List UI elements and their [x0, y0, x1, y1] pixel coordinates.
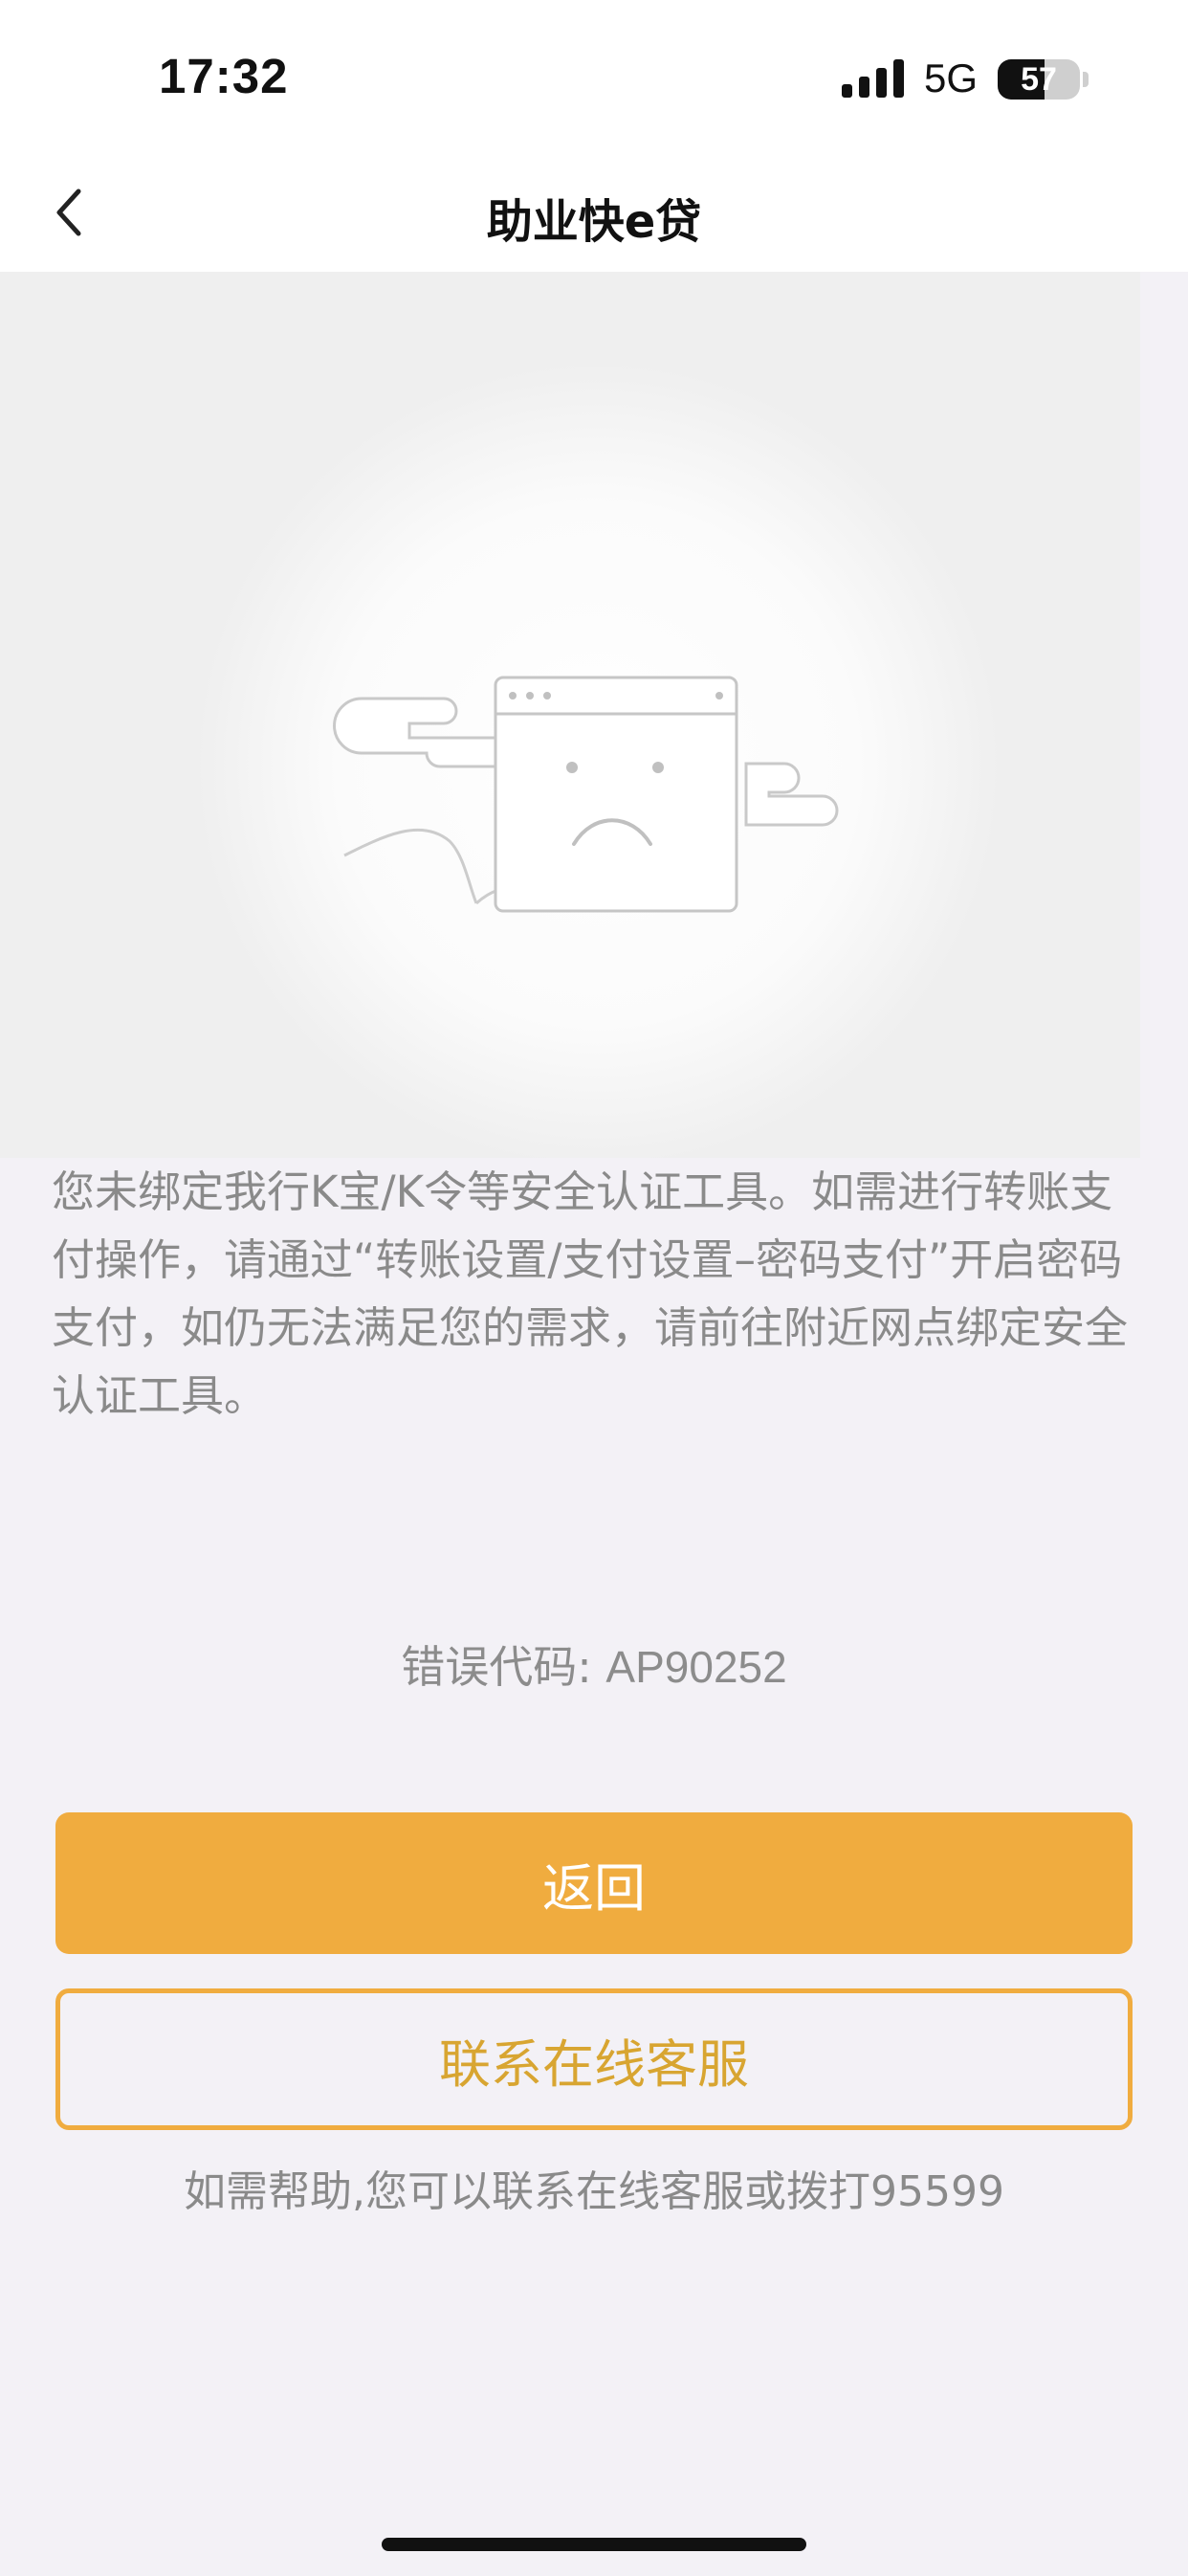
battery-icon: 57 [998, 59, 1080, 100]
status-time: 17:32 [159, 49, 289, 103]
battery-level-text: 57 [1021, 61, 1057, 98]
battery-cap [1083, 72, 1089, 87]
help-text: 如需帮助,您可以联系在线客服或拨打95599 [184, 2167, 1004, 2216]
navigation-bar: 助业快e贷 [0, 153, 1188, 272]
contact-support-button[interactable]: 联系在线客服 [55, 1988, 1133, 2130]
error-code: 错误代码: AP90252 [0, 1632, 1188, 1696]
status-bar: 17:32 5G 57 [0, 0, 1188, 153]
network-type: 5G [924, 56, 979, 100]
error-message: 您未绑定我行K宝/K令等安全认证工具。如需进行转账支付操作，请通过“转账设置/支… [52, 1166, 1129, 1421]
back-action-button[interactable]: 返回 [55, 1812, 1133, 1954]
page-title: 助业快e贷 [486, 195, 702, 249]
cellular-signal-icon [842, 59, 904, 98]
error-code-label: 错误代码: [401, 1641, 606, 1693]
error-illustration [0, 272, 1140, 1158]
error-code-value: AP90252 [605, 1642, 787, 1692]
home-indicator[interactable] [382, 2538, 806, 2551]
sad-browser-window-illustration [196, 363, 1000, 1158]
